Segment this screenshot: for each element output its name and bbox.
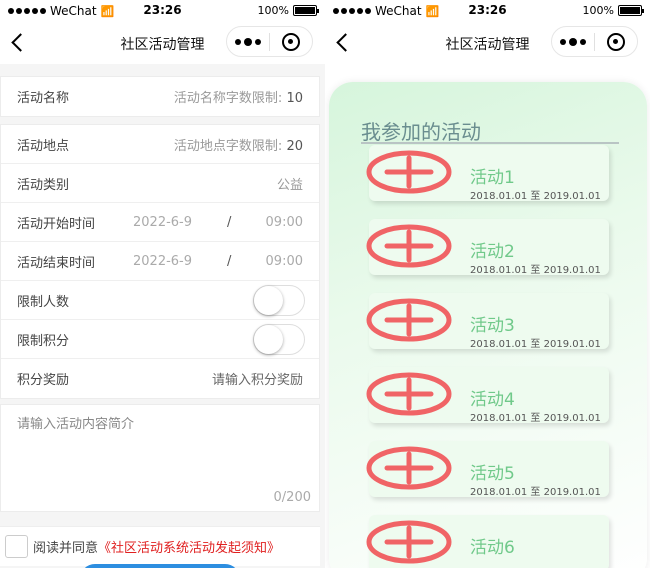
- limit-points-label: 限制积分: [17, 333, 70, 349]
- add-circle-icon: [365, 297, 453, 343]
- nav-bar: 社区活动管理: [325, 22, 650, 64]
- section-divider: [361, 142, 619, 144]
- start-separator: /: [227, 214, 232, 230]
- points-reward-input[interactable]: 请输入积分奖励: [212, 369, 303, 388]
- activity-item-name: 活动3: [470, 316, 515, 336]
- activity-name-label: 活动名称: [17, 91, 70, 106]
- add-circle-icon: [365, 445, 453, 491]
- activity-details-card: 活动地点 活动地点字数限制: 20 活动类别 公益 活动开始时间 2022-6-…: [0, 124, 320, 399]
- activity-item[interactable]: 活动3 2018.01.01 至 2019.01.01: [366, 293, 609, 350]
- end-time-picker[interactable]: 活动结束时间 2022-6-9 / 09:00: [1, 242, 319, 281]
- activity-item[interactable]: 活动1 2018.01.01 至 2019.01.01: [366, 145, 609, 202]
- close-program-icon[interactable]: [595, 32, 637, 51]
- start-time-label: 活动开始时间: [17, 216, 96, 232]
- activity-name-hint: 活动名称字数限制: 10: [173, 91, 303, 106]
- activity-form: 活动名称 活动名称字数限制: 10 活动地点 活动地点字数限制: 20 活动类别…: [0, 64, 325, 568]
- intro-placeholder: 请输入活动内容简介: [17, 417, 135, 432]
- activity-item[interactable]: 活动6: [366, 515, 609, 568]
- battery-indicator: 100%: [582, 4, 644, 17]
- mini-program-capsule: [226, 26, 313, 57]
- activity-category-value: 公益: [276, 177, 303, 193]
- limit-people-toggle[interactable]: [253, 284, 305, 316]
- activity-item-name: 活动2: [470, 242, 515, 262]
- activity-item-date: 2018.01.01 至 2019.01.01: [470, 191, 601, 202]
- add-circle-icon: [365, 223, 453, 269]
- agreement-link[interactable]: 《社区活动系统活动发起须知》: [98, 537, 280, 556]
- activity-item-date: 2018.01.01 至 2019.01.01: [470, 339, 601, 350]
- start-date-value[interactable]: 2022-6-9: [133, 215, 192, 230]
- activity-item[interactable]: 活动5 2018.01.01 至 2019.01.01: [366, 441, 609, 498]
- activity-name-card: 活动名称 活动名称字数限制: 10: [0, 76, 320, 117]
- activity-category-label: 活动类别: [17, 177, 70, 193]
- battery-percent: 100%: [257, 4, 289, 17]
- activity-item-name: 活动6: [470, 538, 515, 558]
- limit-points-toggle[interactable]: [253, 323, 305, 355]
- status-bar: WeChat 📶 23:26 100%: [325, 0, 650, 22]
- activity-item-name: 活动1: [470, 168, 515, 188]
- mini-program-capsule: [551, 26, 638, 57]
- points-reward-field[interactable]: 积分奖励 请输入积分奖励: [1, 359, 319, 398]
- intro-textarea[interactable]: 请输入活动内容简介 0/200: [0, 404, 320, 512]
- add-circle-icon: [365, 149, 453, 195]
- activity-place-field[interactable]: 活动地点 活动地点字数限制: 20: [1, 125, 319, 164]
- activity-item[interactable]: 活动4 2018.01.01 至 2019.01.01: [366, 367, 609, 424]
- agreement-text: 阅读并同意: [33, 541, 99, 556]
- activity-item-name: 活动5: [470, 464, 515, 484]
- more-menu-icon[interactable]: [227, 37, 269, 46]
- battery-icon: [618, 5, 644, 16]
- activity-item-date: 2018.01.01 至 2019.01.01: [470, 413, 601, 424]
- end-separator: /: [227, 253, 232, 269]
- my-activities-panel: 我参加的活动 活动1 2018.01.01 至 2019.01.01 活动2 2018…: [329, 82, 647, 568]
- activity-place-hint: 活动地点字数限制: 20: [173, 138, 303, 154]
- end-date-value[interactable]: 2022-6-9: [133, 254, 192, 269]
- activity-category-picker[interactable]: 活动类别 公益: [1, 164, 319, 203]
- activity-item[interactable]: 活动2 2018.01.01 至 2019.01.01: [366, 219, 609, 276]
- add-circle-icon: [365, 519, 453, 565]
- char-counter: 0/200: [273, 490, 311, 505]
- battery-icon: [293, 5, 319, 16]
- activity-place-label: 活动地点: [17, 138, 70, 154]
- agreement-checkbox[interactable]: [5, 535, 28, 558]
- activity-item-name: 活动4: [470, 390, 515, 410]
- end-time-label: 活动结束时间: [17, 255, 96, 271]
- right-screen: WeChat 📶 23:26 100% 社区活动管理 我参加的活动 活动1 201…: [325, 0, 650, 568]
- points-reward-label: 积分奖励: [17, 373, 70, 388]
- nav-bar: 社区活动管理: [0, 22, 325, 64]
- add-circle-icon: [365, 371, 453, 417]
- left-screen: WeChat 📶 23:26 100% 社区活动管理 活动名称 活动名称字数限制…: [0, 0, 325, 568]
- activity-item-date: 2018.01.01 至 2019.01.01: [470, 265, 601, 276]
- limit-people-label: 限制人数: [17, 294, 70, 310]
- battery-percent: 100%: [582, 4, 614, 17]
- status-bar: WeChat 📶 23:26 100%: [0, 0, 325, 22]
- activity-name-field[interactable]: 活动名称 活动名称字数限制: 10: [1, 77, 319, 116]
- start-time-picker[interactable]: 活动开始时间 2022-6-9 / 09:00: [1, 203, 319, 242]
- battery-indicator: 100%: [257, 4, 319, 17]
- start-clock-value[interactable]: 09:00: [266, 215, 303, 230]
- limit-points-row: 限制积分: [1, 320, 319, 359]
- close-program-icon[interactable]: [270, 32, 312, 51]
- section-title: 我参加的活动: [361, 120, 481, 144]
- submit-button[interactable]: [80, 564, 240, 568]
- activity-item-date: 2018.01.01 至 2019.01.01: [470, 487, 601, 498]
- limit-people-row: 限制人数: [1, 281, 319, 320]
- agreement-row: 阅读并同意 《社区活动系统活动发起须知》: [0, 526, 320, 566]
- content-area: 我参加的活动 活动1 2018.01.01 至 2019.01.01 活动2 2018…: [325, 64, 650, 568]
- end-clock-value[interactable]: 09:00: [266, 254, 303, 269]
- more-menu-icon[interactable]: [552, 37, 594, 46]
